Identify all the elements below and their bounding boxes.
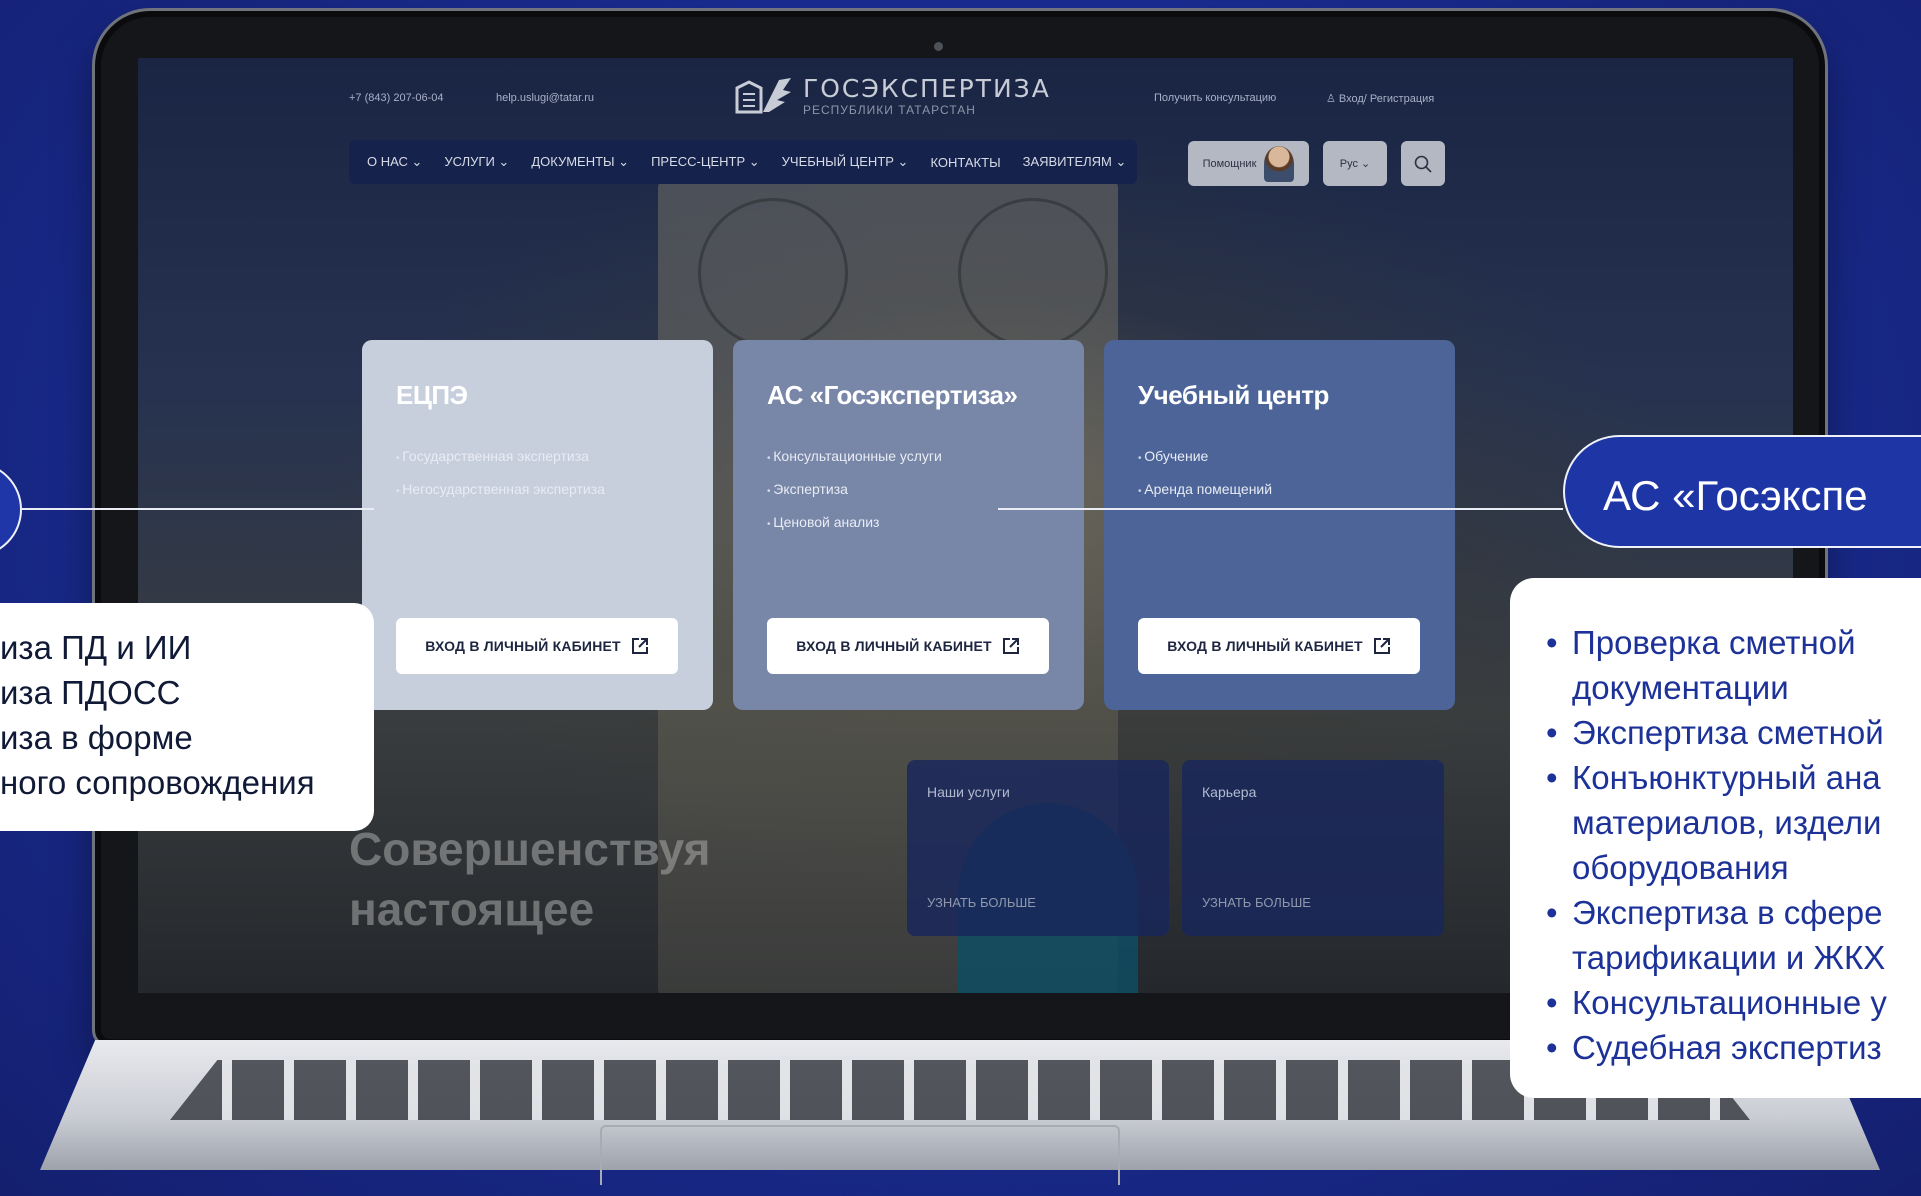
our-services-card[interactable]: Наши услуги УЗНАТЬ БОЛЬШЕ bbox=[907, 760, 1169, 936]
small-card-title: Наши услуги bbox=[927, 784, 1010, 800]
tower-clock bbox=[958, 198, 1108, 348]
nav-item-contacts[interactable]: КОНТАКТЫ bbox=[930, 155, 1000, 170]
card-title: АС «Госэкспертиза» bbox=[767, 380, 1018, 410]
logo-title: ГОСЭКСПЕРТИЗА bbox=[803, 74, 1051, 103]
search-icon bbox=[1414, 155, 1432, 173]
nav-item-applicants[interactable]: ЗАЯВИТЕЛЯМ ⌄ bbox=[1023, 154, 1127, 170]
main-navigation: О НАС ⌄ УСЛУГИ ⌄ ДОКУМЕНТЫ ⌄ ПРЕСС-ЦЕНТР… bbox=[349, 140, 1137, 184]
card-list-item[interactable]: Экспертиза bbox=[767, 474, 1050, 507]
card-list-item[interactable]: Государственная экспертиза bbox=[396, 441, 679, 474]
button-label: ВХОД В ЛИЧНЫЙ КАБИНЕТ bbox=[796, 638, 992, 654]
language-select[interactable]: Рус ⌄ bbox=[1323, 141, 1387, 186]
card-list-item[interactable]: Аренда помещений bbox=[1138, 474, 1421, 507]
cabinet-login-button[interactable]: ВХОД В ЛИЧНЫЙ КАБИНЕТ bbox=[1138, 618, 1420, 674]
card-list-item[interactable]: Негосударственная экспертиза bbox=[396, 474, 679, 507]
assistant-label: Помощник bbox=[1202, 157, 1257, 170]
callout-list-item: Экспертиза сметной bbox=[1546, 710, 1921, 755]
user-icon: ♙ bbox=[1326, 93, 1339, 105]
card-title: Учебный центр bbox=[1138, 380, 1329, 410]
email-link[interactable]: help.uslugi@tatar.ru bbox=[496, 92, 594, 104]
cabinet-login-button[interactable]: ВХОД В ЛИЧНЫЙ КАБИНЕТ bbox=[767, 618, 1049, 674]
button-label: ВХОД В ЛИЧНЫЙ КАБИНЕТ bbox=[1167, 638, 1363, 654]
callout-list-item: Проверка сметной документации bbox=[1546, 620, 1921, 710]
small-card-title: Карьера bbox=[1202, 784, 1257, 800]
nav-item-press-center[interactable]: ПРЕСС-ЦЕНТР ⌄ bbox=[651, 154, 760, 170]
left-callout-box: иза ПД и ИИ иза ПДОСС иза в форме ного с… bbox=[0, 603, 374, 831]
callout-line: ного сопровождения bbox=[0, 764, 315, 801]
learn-more-link[interactable]: УЗНАТЬ БОЛЬШЕ bbox=[927, 895, 1036, 910]
right-connector-line bbox=[998, 508, 1563, 510]
nav-item-documents[interactable]: ДОКУМЕНТЫ ⌄ bbox=[531, 154, 629, 170]
external-link-icon bbox=[1373, 638, 1390, 654]
callout-list-item: Консультационные у bbox=[1546, 980, 1921, 1025]
logo-subtitle: РЕСПУБЛИКИ ТАТАРСТАН bbox=[803, 103, 976, 117]
login-label: Вход/ Регистрация bbox=[1338, 93, 1435, 105]
callout-list-item: Конъюнктурный ана материалов, издели обо… bbox=[1546, 755, 1921, 890]
nav-item-training-center[interactable]: УЧЕБНЫЙ ЦЕНТР ⌄ bbox=[782, 154, 909, 170]
logo-emblem-icon bbox=[735, 77, 791, 113]
learn-more-link[interactable]: УЗНАТЬ БОЛЬШЕ bbox=[1202, 895, 1311, 910]
career-card[interactable]: Карьера УЗНАТЬ БОЛЬШЕ bbox=[1182, 760, 1444, 936]
site-logo[interactable]: ГОСЭКСПЕРТИЗА РЕСПУБЛИКИ ТАТАРСТАН bbox=[735, 74, 1051, 117]
card-training-center: Учебный центр Обучение Аренда помещений … bbox=[1104, 340, 1455, 710]
laptop-touchpad bbox=[600, 1125, 1120, 1185]
card-title: ЕЦПЭ bbox=[396, 380, 468, 410]
phone-link[interactable]: +7 (843) 207-06-04 bbox=[349, 92, 443, 104]
hero-heading: Совершенствуя настоящее bbox=[349, 819, 710, 939]
callout-line: иза в форме bbox=[0, 719, 193, 756]
card-list-item[interactable]: Обучение bbox=[1138, 441, 1421, 474]
assistant-button[interactable]: Помощник bbox=[1188, 141, 1309, 186]
webcam bbox=[934, 42, 943, 51]
callout-line: иза ПД и ИИ bbox=[0, 629, 192, 666]
card-list-item[interactable]: Консультационные услуги bbox=[767, 441, 1050, 474]
callout-list-item: Судебная экспертиз bbox=[1546, 1025, 1921, 1070]
card-list-item[interactable]: Ценовой анализ bbox=[767, 507, 1050, 540]
right-callout-box: Проверка сметной документации Экспертиза… bbox=[1510, 578, 1921, 1098]
assistant-avatar bbox=[1264, 145, 1295, 182]
external-link-icon bbox=[631, 638, 648, 654]
left-connector-line bbox=[22, 508, 374, 510]
login-link[interactable]: ♙ Вход/ Регистрация bbox=[1326, 92, 1434, 105]
nav-item-services[interactable]: УСЛУГИ ⌄ bbox=[444, 154, 509, 170]
left-callout-pill bbox=[0, 462, 22, 557]
external-link-icon bbox=[1002, 638, 1019, 654]
search-button[interactable] bbox=[1401, 141, 1445, 186]
cabinet-login-button[interactable]: ВХОД В ЛИЧНЫЙ КАБИНЕТ bbox=[396, 618, 678, 674]
callout-list-item: Экспертиза в сфере тарификации и ЖКХ bbox=[1546, 890, 1921, 980]
hero-line: настоящее bbox=[349, 883, 595, 935]
card-ecpe: ЕЦПЭ Государственная экспертиза Негосуда… bbox=[362, 340, 713, 710]
right-callout-title: АС «Госэкспе bbox=[1563, 435, 1921, 548]
consultation-link[interactable]: Получить консультацию bbox=[1154, 92, 1276, 104]
callout-line: иза ПДОСС bbox=[0, 674, 181, 711]
card-gosexpertiza: АС «Госэкспертиза» Консультационные услу… bbox=[733, 340, 1084, 710]
language-value: Рус bbox=[1339, 157, 1358, 170]
button-label: ВХОД В ЛИЧНЫЙ КАБИНЕТ bbox=[425, 638, 621, 654]
nav-item-about[interactable]: О НАС ⌄ bbox=[367, 154, 422, 170]
hero-line: Совершенствуя bbox=[349, 823, 711, 875]
tower-clock bbox=[698, 198, 848, 348]
